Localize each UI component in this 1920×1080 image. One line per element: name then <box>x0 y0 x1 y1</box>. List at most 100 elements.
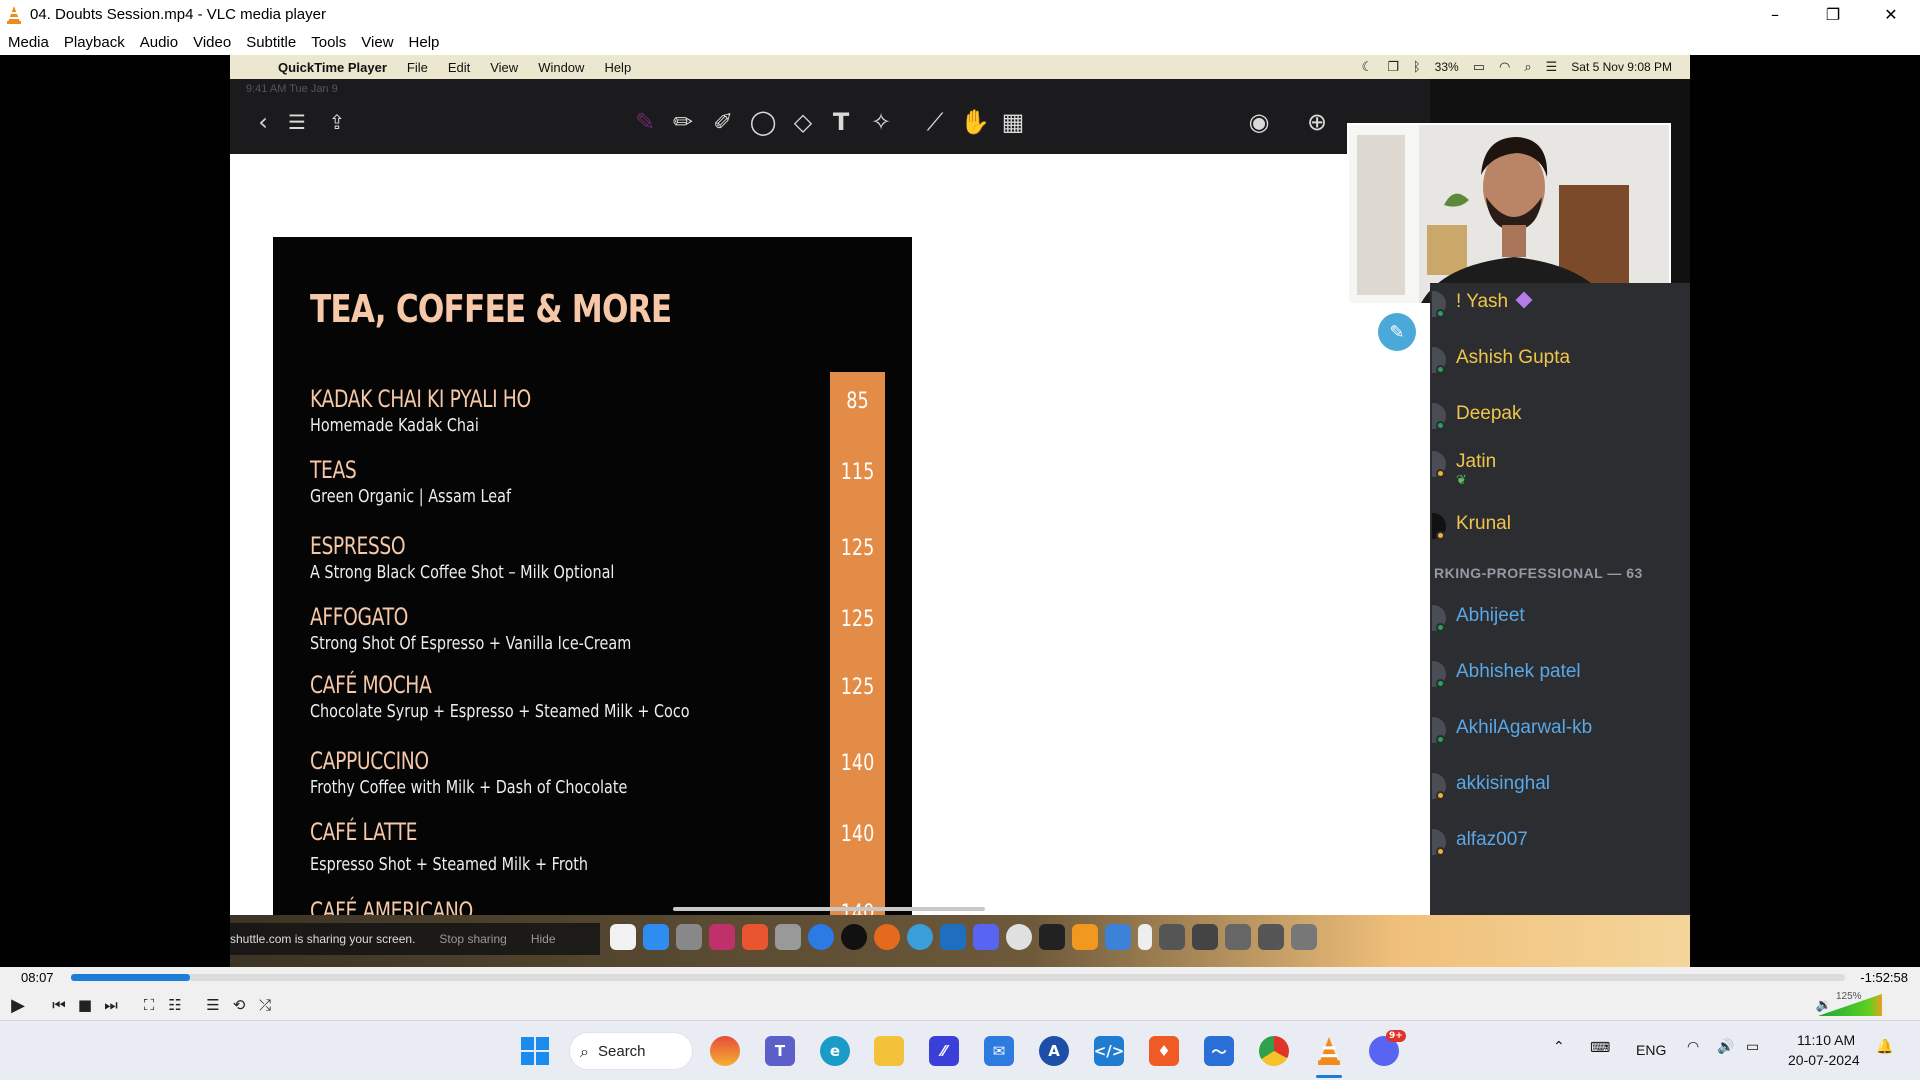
mic-icon: ◉ <box>1248 108 1270 136</box>
member-name: akkisinghal <box>1456 773 1550 794</box>
menu-help[interactable]: Help <box>409 34 440 51</box>
item-desc: Chocolate Syrup + Espresso + Steamed Mil… <box>310 701 690 722</box>
video-area[interactable]: QuickTime Player File Edit View Window H… <box>0 55 1920 967</box>
list-icon: ☰ <box>288 110 306 134</box>
edge-taskbar-icon[interactable]: e <box>820 1036 850 1066</box>
teams-taskbar-icon[interactable]: T <box>765 1036 795 1066</box>
app-dock-icon <box>841 924 867 950</box>
share-message: shuttle.com is sharing your screen. <box>230 932 416 946</box>
stop-icon[interactable]: ■ <box>73 993 97 1017</box>
menu-video[interactable]: Video <box>193 34 231 51</box>
item-name: KADAK CHAI KI PYALI HO <box>310 385 531 413</box>
menu-view[interactable]: View <box>361 34 393 51</box>
notification-bell-icon[interactable]: 🔔 <box>1876 1039 1893 1055</box>
screen-share-bar: shuttle.com is sharing your screen. Stop… <box>230 923 600 955</box>
language-indicator[interactable]: ENG <box>1636 1042 1666 1058</box>
vscode-taskbar-icon[interactable]: </> <box>1094 1036 1124 1066</box>
text-tool-icon: T <box>832 108 850 136</box>
app-taskbar-icon[interactable]: 〜 <box>1204 1036 1234 1066</box>
previous-icon[interactable]: ⏮ <box>47 993 71 1017</box>
close-button[interactable]: ✕ <box>1862 0 1920 29</box>
item-desc: Green Organic | Assam Leaf <box>310 486 512 507</box>
mac-menu-view: View <box>490 59 519 75</box>
shuffle-icon[interactable]: ⤮ <box>253 993 277 1017</box>
minimize-button[interactable]: – <box>1746 0 1804 29</box>
app-taskbar-icon[interactable]: A <box>1039 1036 1069 1066</box>
wifi-tray-icon[interactable]: ◠ <box>1687 1039 1699 1055</box>
extended-settings-icon[interactable]: ☷ <box>163 993 187 1017</box>
vlc-controls: 08:07 -1:52:58 ▶ ⏮ ■ ⏭ ⛶ ☷ ☰ ⟲ ⤮ 🔉 125% <box>0 967 1920 1020</box>
mac-menu-help: Help <box>604 59 632 75</box>
item-price: 125 <box>840 536 875 561</box>
notes-dock-icon <box>610 924 636 950</box>
menu-media[interactable]: Media <box>8 34 49 51</box>
online-dot <box>1436 735 1445 744</box>
notes-toolbar: 9:41 AM Tue Jan 9 ‹ ☰ ⇪ ✎ ✏ ✐ ◯ ◇ T ✧ ⟋ … <box>230 79 1430 154</box>
item-price: 140 <box>840 751 875 776</box>
elapsed-time: 08:07 <box>21 970 54 985</box>
stop-sharing-button: Stop sharing <box>439 932 507 946</box>
seek-progress <box>71 974 190 981</box>
sublime-dock-icon <box>1072 924 1098 950</box>
taskbar-search[interactable]: ⌕ Search <box>569 1032 693 1070</box>
volume-tray-icon[interactable]: 🔊 <box>1717 1039 1734 1055</box>
mac-datetime: Sat 5 Nov 9:08 PM <box>1571 60 1672 74</box>
app-taskbar-icon[interactable]: ⁄⁄ <box>929 1036 959 1066</box>
add-icon: ⊕ <box>1306 108 1328 136</box>
menu-playback[interactable]: Playback <box>64 34 125 51</box>
fullscreen-icon[interactable]: ⛶ <box>137 993 161 1017</box>
member-item: akkisinghal <box>1430 765 1690 805</box>
control-center-icon: ☰ <box>1545 59 1558 75</box>
restore-button[interactable]: ❐ <box>1804 0 1862 29</box>
slide-heading: TEA, COFFEE & MORE <box>310 287 672 331</box>
member-name: Jatin <box>1456 451 1497 472</box>
bluetooth-icon: ᛒ <box>1412 59 1421 75</box>
battery-percent: 33% <box>1434 60 1459 74</box>
mac-menu-edit: Edit <box>447 59 471 75</box>
app-dock-icon <box>1105 924 1131 950</box>
seek-bar[interactable] <box>71 974 1845 981</box>
sprout-icon: ❦ <box>1456 473 1467 488</box>
playlist-icon[interactable]: ☰ <box>201 993 225 1017</box>
item-desc: Strong Shot Of Espresso + Vanilla Ice-Cr… <box>310 633 632 654</box>
chevron-up-icon[interactable]: ⌃ <box>1553 1039 1565 1055</box>
discord-taskbar-icon[interactable]: 9+ <box>1369 1030 1406 1066</box>
volume-slider[interactable] <box>1818 994 1882 1016</box>
screens-icon: ❐ <box>1387 59 1399 75</box>
brave-taskbar-icon[interactable]: ♦ <box>1149 1036 1179 1066</box>
next-icon[interactable]: ⏭ <box>99 993 123 1017</box>
share-icon: ⇪ <box>328 110 346 134</box>
online-dot <box>1436 309 1445 318</box>
mail-taskbar-icon[interactable]: ✉ <box>984 1036 1014 1066</box>
item-name: ESPRESSO <box>310 532 406 560</box>
role-section-header: RKING-PROFESSIONAL — 63 <box>1434 565 1643 581</box>
trash-dock-icon <box>1291 924 1317 950</box>
battery-tray-icon[interactable]: ▭ <box>1746 1039 1759 1055</box>
vlc-menu-bar: Media Playback Audio Video Subtitle Tool… <box>0 29 1920 55</box>
windows-start-icon[interactable] <box>521 1037 549 1065</box>
keyboard-icon[interactable]: ⌨ <box>1590 1040 1610 1056</box>
menu-tools[interactable]: Tools <box>311 34 346 51</box>
firefox-dock-icon <box>874 924 900 950</box>
clock-time[interactable]: 11:10 AM <box>1797 1032 1855 1048</box>
chrome-taskbar-icon[interactable] <box>1259 1036 1289 1066</box>
menu-item: ESPRESSO A Strong Black Coffee Shot – Mi… <box>310 532 830 583</box>
menu-audio[interactable]: Audio <box>140 34 178 51</box>
loop-icon[interactable]: ⟲ <box>227 993 251 1017</box>
menu-item: CAFÉ LATTE Espresso Shot + Steamed Milk … <box>310 818 830 875</box>
member-item: Krunal <box>1430 505 1690 545</box>
terminal-dock-icon <box>1039 924 1065 950</box>
member-name: ! Yash <box>1456 291 1509 312</box>
app-taskbar-icon[interactable] <box>710 1036 740 1066</box>
online-dot <box>1436 623 1445 632</box>
menu-subtitle[interactable]: Subtitle <box>246 34 296 51</box>
vlc-taskbar-icon[interactable] <box>1314 1036 1344 1066</box>
search-label: Search <box>598 1042 646 1060</box>
app-dock-icon <box>709 924 735 950</box>
hand-icon: ✋ <box>960 108 990 136</box>
play-icon[interactable]: ▶ <box>6 993 30 1017</box>
clock-date[interactable]: 20-07-2024 <box>1788 1052 1860 1068</box>
item-name: CAPPUCCINO <box>310 747 429 775</box>
vlc-title-bar: 04. Doubts Session.mp4 - VLC media playe… <box>0 0 1920 29</box>
file-explorer-taskbar-icon[interactable] <box>874 1036 904 1066</box>
